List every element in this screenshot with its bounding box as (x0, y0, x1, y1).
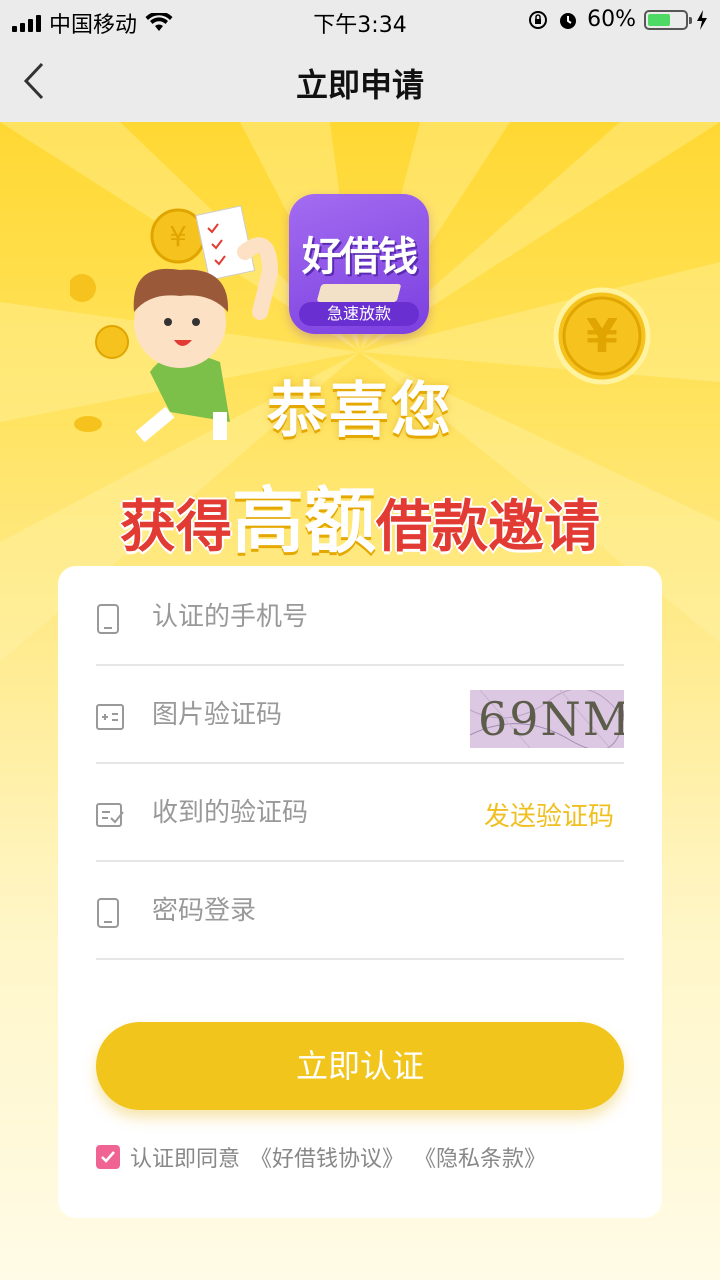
svg-text:¥: ¥ (169, 220, 187, 253)
phone-icon (97, 604, 119, 634)
app-logo: 好借钱 急速放款 (289, 194, 429, 334)
captcha-text: 69NM (478, 692, 624, 746)
captcha-icon (96, 704, 124, 730)
headline-congrats: 恭喜您 (267, 376, 453, 446)
phone-input[interactable] (150, 594, 454, 640)
headline-part-loan-invite: 借款邀请 (376, 495, 600, 560)
privacy-link[interactable]: 《隐私条款》 (414, 1141, 546, 1173)
orientation-lock-icon (529, 10, 548, 29)
agree-checkbox[interactable] (96, 1145, 120, 1169)
check-icon (101, 1151, 115, 1163)
captcha-image[interactable]: 69NM (470, 690, 624, 748)
sms-code-icon (96, 803, 124, 827)
charging-icon (697, 9, 707, 30)
submit-button[interactable]: 立即认证 (96, 1022, 624, 1110)
send-code-button[interactable]: 发送验证码 (484, 796, 614, 833)
hero-banner: ¥ 好借钱 急速放款 ¥ 恭喜您 获得高额借款邀请 认证的手机号 图片验证码 6… (0, 122, 720, 1280)
sms-code-input[interactable] (150, 790, 454, 836)
status-bar: 中国移动 下午3:34 60% (0, 0, 720, 40)
app-logo-tagline: 急速放款 (299, 302, 419, 326)
headline-invitation: 获得高额借款邀请 (0, 462, 720, 567)
alarm-icon (560, 12, 577, 29)
captcha-input[interactable] (150, 692, 454, 738)
sms-code-row: 发送验证码 (96, 762, 624, 862)
nav-bar: 立即申请 (0, 40, 720, 122)
agreement-row: 认证即同意 《好借钱协议》 《隐私条款》 (96, 1142, 546, 1172)
page-title: 立即申请 (295, 66, 424, 104)
headline-part-high: 高额 (231, 479, 376, 563)
password-input[interactable] (150, 888, 454, 934)
battery-percent: 60% (587, 7, 636, 32)
svg-text:¥: ¥ (586, 309, 618, 363)
agree-text: 认证即同意 (130, 1147, 241, 1172)
app-logo-name: 好借钱 (302, 234, 418, 280)
captcha-row: 69NM (96, 664, 624, 764)
agreement-link[interactable]: 《好借钱协议》 (250, 1141, 404, 1173)
battery-icon (644, 9, 692, 30)
phone-icon (97, 898, 119, 928)
password-row (96, 860, 624, 960)
phone-row (96, 566, 624, 666)
application-form-card: 69NM 发送验证码 立即认证 (58, 566, 662, 1218)
headline-part-get: 获得 (119, 495, 232, 560)
